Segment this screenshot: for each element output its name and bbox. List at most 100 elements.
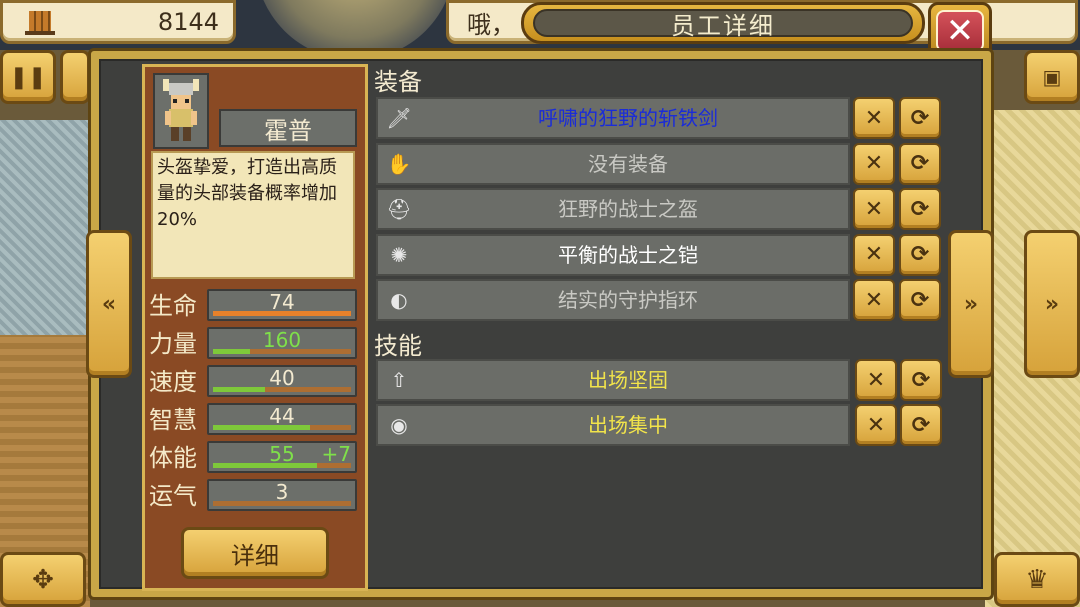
swap-button[interactable]: ⟳ — [899, 142, 941, 185]
sword-icon: 🗡 — [386, 106, 412, 130]
crown-button[interactable]: ♛ — [994, 552, 1080, 607]
menu-button[interactable] — [60, 50, 90, 104]
crossed-swords-icon: ✕ — [864, 151, 884, 176]
stat-bonus: +7 — [321, 442, 351, 466]
swap-cycle-icon: ⟳ — [910, 151, 930, 176]
stat-value: 44 — [269, 404, 295, 428]
stat-label: 运气 — [149, 482, 197, 510]
stat-bar — [213, 463, 351, 468]
double-chevron-left-icon: « — [101, 291, 117, 317]
stat-value: 160 — [262, 328, 302, 352]
swap-cycle-icon: ⟳ — [910, 196, 930, 222]
character-name: 霍普 — [219, 109, 357, 147]
swap-cycle-icon: ⟳ — [910, 105, 930, 131]
stat-value-box: 74 — [207, 289, 357, 321]
pause-button[interactable]: ❚❚ — [0, 50, 56, 104]
next-employee-button[interactable]: » — [948, 230, 994, 378]
move-arrows-icon: ✥ — [32, 564, 54, 595]
stat-row: 生命 74 — [149, 289, 359, 325]
double-chevron-right-icon: » — [963, 291, 979, 317]
defense-up-icon: ⇧ — [390, 368, 408, 392]
ring-icon: ◐ — [390, 288, 408, 312]
unequip-button[interactable]: ✕ — [855, 359, 897, 401]
swap-button[interactable]: ⟳ — [900, 404, 942, 446]
stat-bar-fill — [213, 387, 266, 392]
stat-bar — [213, 501, 351, 506]
swap-cycle-icon: ⟳ — [911, 367, 931, 393]
detail-button[interactable]: 详细 — [181, 527, 329, 579]
crossed-swords-icon: ✕ — [866, 367, 886, 393]
unequip-button[interactable]: ✕ — [853, 233, 895, 276]
stat-row: 力量 160 — [149, 327, 359, 363]
crown-icon: ♛ — [1025, 564, 1049, 595]
unequip-button[interactable]: ✕ — [853, 97, 895, 139]
item-name: 平衡的战士之铠 — [558, 242, 698, 267]
item-name: 呼啸的狂野的斩铁剑 — [538, 106, 718, 130]
stat-value: 74 — [269, 290, 295, 314]
item-name: 出场坚固 — [588, 368, 668, 392]
stat-value-box: 40 — [207, 365, 357, 397]
stat-bar-fill — [213, 425, 310, 430]
item-name: 结实的守护指环 — [558, 288, 698, 312]
camera-button[interactable]: ▣ — [1024, 50, 1080, 104]
stat-bar — [213, 349, 351, 354]
stat-row: 智慧 44 — [149, 403, 359, 439]
stat-value-box: 55 +7 — [207, 441, 357, 473]
crossed-swords-icon: ✕ — [864, 287, 884, 313]
stat-bar-fill — [213, 463, 317, 468]
skills-section-title: 技能 — [374, 332, 422, 360]
swap-button[interactable]: ⟳ — [900, 359, 942, 401]
crossed-swords-icon: ✕ — [864, 196, 884, 222]
stat-label: 力量 — [149, 330, 197, 358]
previous-employee-button[interactable]: « — [86, 230, 132, 378]
stat-label: 速度 — [149, 368, 197, 396]
item-row[interactable]: ◐ 结实的守护指环 — [376, 279, 850, 321]
item-row[interactable]: ✋ 没有装备 — [376, 142, 850, 185]
stat-row: 体能 55 +7 — [149, 441, 359, 477]
character-trait-description: 头盔挚爱，打造出高质量的头部装备概率增加20% — [151, 151, 355, 279]
item-row[interactable]: 🗡 呼啸的狂野的斩铁剑 — [376, 97, 850, 139]
camera-icon: ▣ — [1042, 65, 1062, 89]
window-title-plate: 员工详细 — [521, 2, 925, 44]
stat-bar — [213, 425, 351, 430]
swap-button[interactable]: ⟳ — [899, 97, 941, 139]
unequip-button[interactable]: ✕ — [853, 188, 895, 230]
swap-button[interactable]: ⟳ — [899, 188, 941, 230]
swap-cycle-icon: ⟳ — [910, 287, 930, 313]
equipment-section-title: 装备 — [374, 68, 422, 96]
item-name: 出场集中 — [588, 413, 668, 437]
money-display: 8144 — [0, 0, 236, 44]
swap-cycle-icon: ⟳ — [911, 412, 931, 438]
stat-bar — [213, 311, 351, 316]
crossed-swords-icon: ✕ — [866, 412, 886, 438]
helmet-icon: ⛑ — [386, 197, 412, 221]
stat-bar-fill — [213, 311, 351, 316]
glove-icon: ✋ — [386, 151, 412, 176]
item-row[interactable]: ⇧ 出场坚固 — [376, 359, 850, 401]
pause-icon: ❚❚ — [9, 64, 47, 90]
stat-label: 智慧 — [149, 406, 197, 434]
double-chevron-right-icon: » — [1044, 291, 1060, 317]
item-row[interactable]: ◉ 出场集中 — [376, 404, 850, 446]
character-portrait — [153, 73, 209, 149]
swap-button[interactable]: ⟳ — [899, 279, 941, 321]
stone-floor — [0, 120, 90, 335]
swap-button[interactable]: ⟳ — [899, 233, 941, 276]
item-row[interactable]: ✺ 平衡的战士之铠 — [376, 233, 850, 276]
next-page-button[interactable]: » — [1024, 230, 1080, 378]
stat-value-box: 3 — [207, 479, 357, 511]
viking-warrior-icon — [163, 79, 199, 141]
item-row[interactable]: ⛑ 狂野的战士之盔 — [376, 188, 850, 230]
unequip-button[interactable]: ✕ — [855, 404, 897, 446]
swap-cycle-icon: ⟳ — [910, 242, 930, 267]
unequip-button[interactable]: ✕ — [853, 279, 895, 321]
move-button[interactable]: ✥ — [0, 552, 86, 607]
money-value: 8144 — [157, 8, 219, 36]
item-name: 狂野的战士之盔 — [558, 197, 698, 221]
stat-value-box: 160 — [207, 327, 357, 359]
unequip-button[interactable]: ✕ — [853, 142, 895, 185]
stat-label: 体能 — [149, 444, 197, 472]
stat-value: 3 — [275, 480, 289, 504]
message-text: 哦， — [467, 10, 515, 39]
stat-bar — [213, 387, 351, 392]
